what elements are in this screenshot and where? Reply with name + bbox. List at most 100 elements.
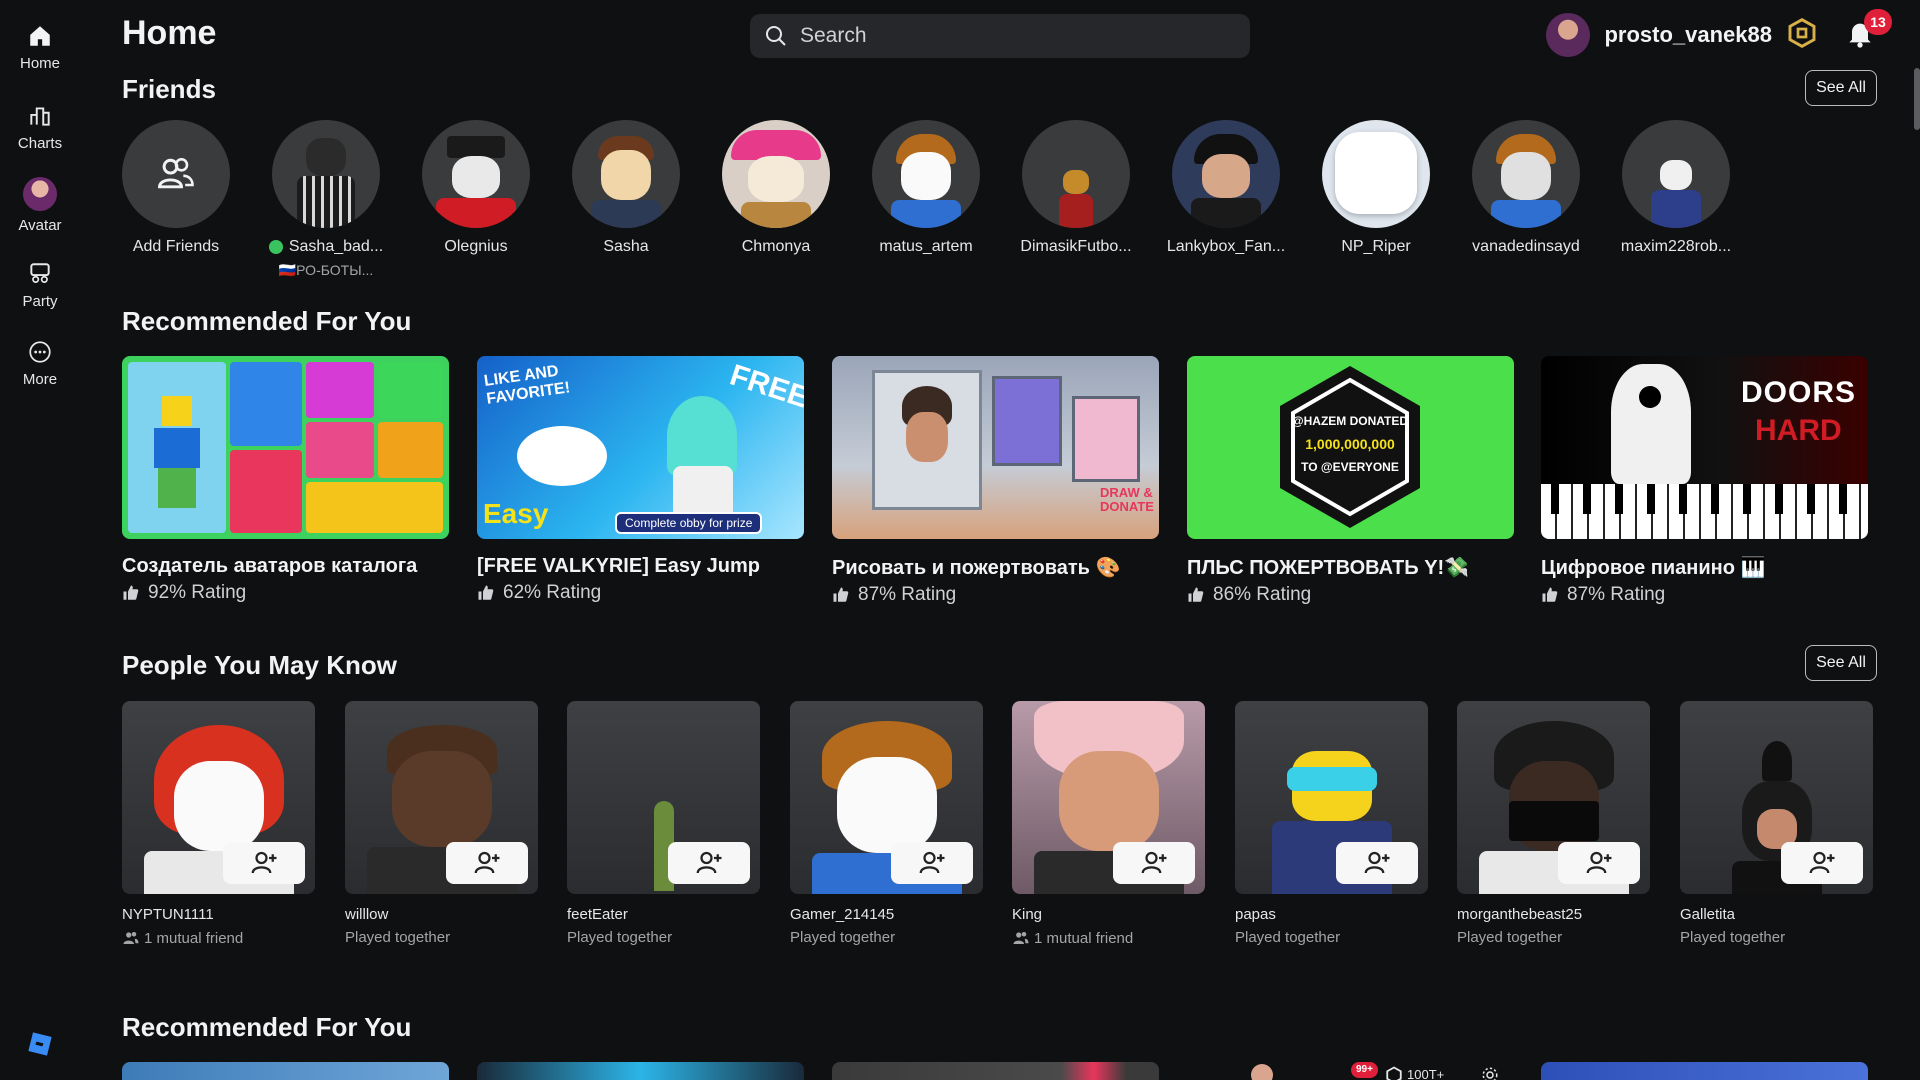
friend-item[interactable]: Olegnius (401, 120, 551, 256)
robux-icon[interactable] (1786, 17, 1818, 54)
add-friend-icon (696, 851, 722, 874)
friend-status: 🇷🇺РО-БОТЫ... (278, 262, 374, 278)
person-card[interactable]: morganthebeast25 Played together (1457, 701, 1650, 946)
add-friend-icon (1141, 851, 1167, 874)
friend-item[interactable]: Sasha_bad... 🇷🇺РО-БОТЫ... (251, 120, 401, 279)
username[interactable]: prosto_vanek88 (1604, 22, 1772, 48)
friend-name: maxim228rob... (1620, 238, 1732, 255)
people-section-title: People You May Know (122, 650, 397, 680)
person-card[interactable]: feetEater Played together (567, 701, 760, 946)
game-title: Цифровое пианино 🎹 (1541, 557, 1766, 579)
friends-see-all-button[interactable]: See All (1805, 70, 1877, 106)
friend-item[interactable]: matus_artem (851, 120, 1001, 256)
game-rating: 62% Rating (477, 582, 804, 604)
person-card[interactable]: Gamer_214145 Played together (790, 701, 983, 946)
add-friends-button[interactable]: Add Friends (101, 120, 251, 256)
friend-item[interactable]: DimasikFutbo... (1001, 120, 1151, 256)
game-rating: 87% Rating (1541, 584, 1868, 606)
sidebar-item-avatar[interactable]: Avatar (0, 170, 80, 240)
person-subtitle: Played together (345, 929, 451, 946)
person-card[interactable]: willlow Played together (345, 701, 538, 946)
charts-icon (30, 106, 50, 126)
game-rating: 92% Rating (122, 582, 449, 604)
friend-avatar (1622, 120, 1730, 228)
friend-item[interactable]: NP_Riper (1301, 120, 1451, 256)
add-friend-button[interactable] (1558, 842, 1640, 884)
sidebar-item-more[interactable]: More (0, 328, 80, 398)
add-friend-button[interactable] (1781, 842, 1863, 884)
friend-item[interactable]: Lankybox_Fan... (1151, 120, 1301, 256)
game-thumbnail (122, 356, 449, 539)
friend-item[interactable]: Chmonya (701, 120, 851, 256)
scrollbar[interactable] (1914, 68, 1920, 130)
search-bar[interactable] (750, 14, 1250, 58)
friend-avatar (872, 120, 980, 228)
thumbs-up-icon (123, 585, 139, 600)
sidebar-item-charts[interactable]: Charts (0, 92, 80, 162)
friend-item[interactable]: vanadedinsayd (1451, 120, 1601, 256)
add-friend-button[interactable] (223, 842, 305, 884)
people-see-all-button[interactable]: See All (1805, 645, 1877, 681)
sidebar-item-label: More (22, 370, 58, 388)
user-area: prosto_vanek88 13 (1546, 9, 1892, 60)
friend-item[interactable]: Sasha (551, 120, 701, 256)
person-subtitle: Played together (1457, 929, 1563, 946)
game-card[interactable]: @HAZEM DONATED 1,000,000,000 TO @EVERYON… (1187, 356, 1514, 606)
person-card[interactable]: NYPTUN1111 1 mutual friend (122, 701, 315, 947)
sidebar-item-label: Home (19, 54, 60, 72)
game-card[interactable]: DOORS HARD Цифровое пианино 🎹 87% Rating (1541, 356, 1868, 606)
friend-name: Sasha_bad... (268, 238, 383, 256)
add-friend-button[interactable] (1336, 842, 1418, 884)
recommended-section-title-2: Recommended For You (122, 1012, 412, 1042)
add-friend-icon (251, 851, 277, 874)
friend-avatar (1472, 120, 1580, 228)
add-friend-button[interactable] (668, 842, 750, 884)
friend-name: NP_Riper (1341, 238, 1411, 255)
add-friend-button[interactable] (891, 842, 973, 884)
person-subtitle: Played together (1680, 929, 1786, 946)
person-card[interactable]: Galletita Played together (1680, 701, 1873, 946)
game-thumbnail[interactable] (832, 1062, 1159, 1080)
mini-notification-badge: 99+ (1351, 1062, 1378, 1078)
thumbs-up-icon (1542, 587, 1558, 602)
sidebar-item-label: Avatar (18, 216, 62, 234)
thumbs-up-icon (478, 585, 494, 600)
user-avatar[interactable] (1546, 13, 1591, 57)
sidebar-item-party[interactable]: Party (0, 250, 80, 320)
sidebar-item-label: Party (22, 292, 58, 310)
person-subtitle: 1 mutual friend (1012, 929, 1205, 947)
game-card[interactable]: LIKE AND FAVORITE! FREE Easy Complete ob… (477, 356, 804, 604)
recommended-section-title: Recommended For You (122, 306, 412, 336)
game-thumbnail[interactable] (122, 1062, 449, 1080)
game-title: Создатель аватаров каталога (122, 555, 418, 577)
person-name: NYPTUN1111 (122, 906, 214, 923)
game-title: ПЛЬС ПОЖЕРТВОВАТЬ Y!💸 (1187, 557, 1470, 579)
add-friends-circle (122, 120, 230, 228)
game-thumbnail: LIKE AND FAVORITE! FREE Easy Complete ob… (477, 356, 804, 539)
friend-name: matus_artem (879, 238, 973, 255)
game-card[interactable]: DRAW & DONATE Рисовать и пожертвовать 🎨 … (832, 356, 1159, 606)
sidebar-item-home[interactable]: Home (0, 12, 80, 82)
mutual-friends-icon (123, 932, 139, 944)
game-thumbnail[interactable] (477, 1062, 804, 1080)
game-card[interactable]: Создатель аватаров каталога 92% Rating (122, 356, 449, 604)
game-rating: 87% Rating (832, 584, 1159, 606)
app-root: Home Charts Avatar Party More Home prost… (0, 0, 1920, 1080)
game-rating: 86% Rating (1187, 584, 1514, 606)
friend-item[interactable]: maxim228rob... (1601, 120, 1751, 256)
game-thumbnail[interactable] (1541, 1062, 1868, 1080)
roblox-logo-icon[interactable] (26, 1030, 54, 1058)
add-friend-button[interactable] (446, 842, 528, 884)
person-subtitle: 1 mutual friend (122, 929, 315, 947)
person-subtitle: Played together (790, 929, 896, 946)
add-friend-icon (919, 851, 945, 874)
add-friend-button[interactable] (1113, 842, 1195, 884)
person-card[interactable]: King 1 mutual friend (1012, 701, 1205, 947)
party-icon (30, 262, 50, 283)
search-input[interactable] (800, 24, 1220, 48)
person-card[interactable]: papas Played together (1235, 701, 1428, 946)
notifications-button[interactable]: 13 (1844, 9, 1892, 53)
person-name: papas (1235, 906, 1276, 923)
friend-avatar (422, 120, 530, 228)
game-thumbnail[interactable]: 99+ 100T+ (1187, 1062, 1514, 1080)
